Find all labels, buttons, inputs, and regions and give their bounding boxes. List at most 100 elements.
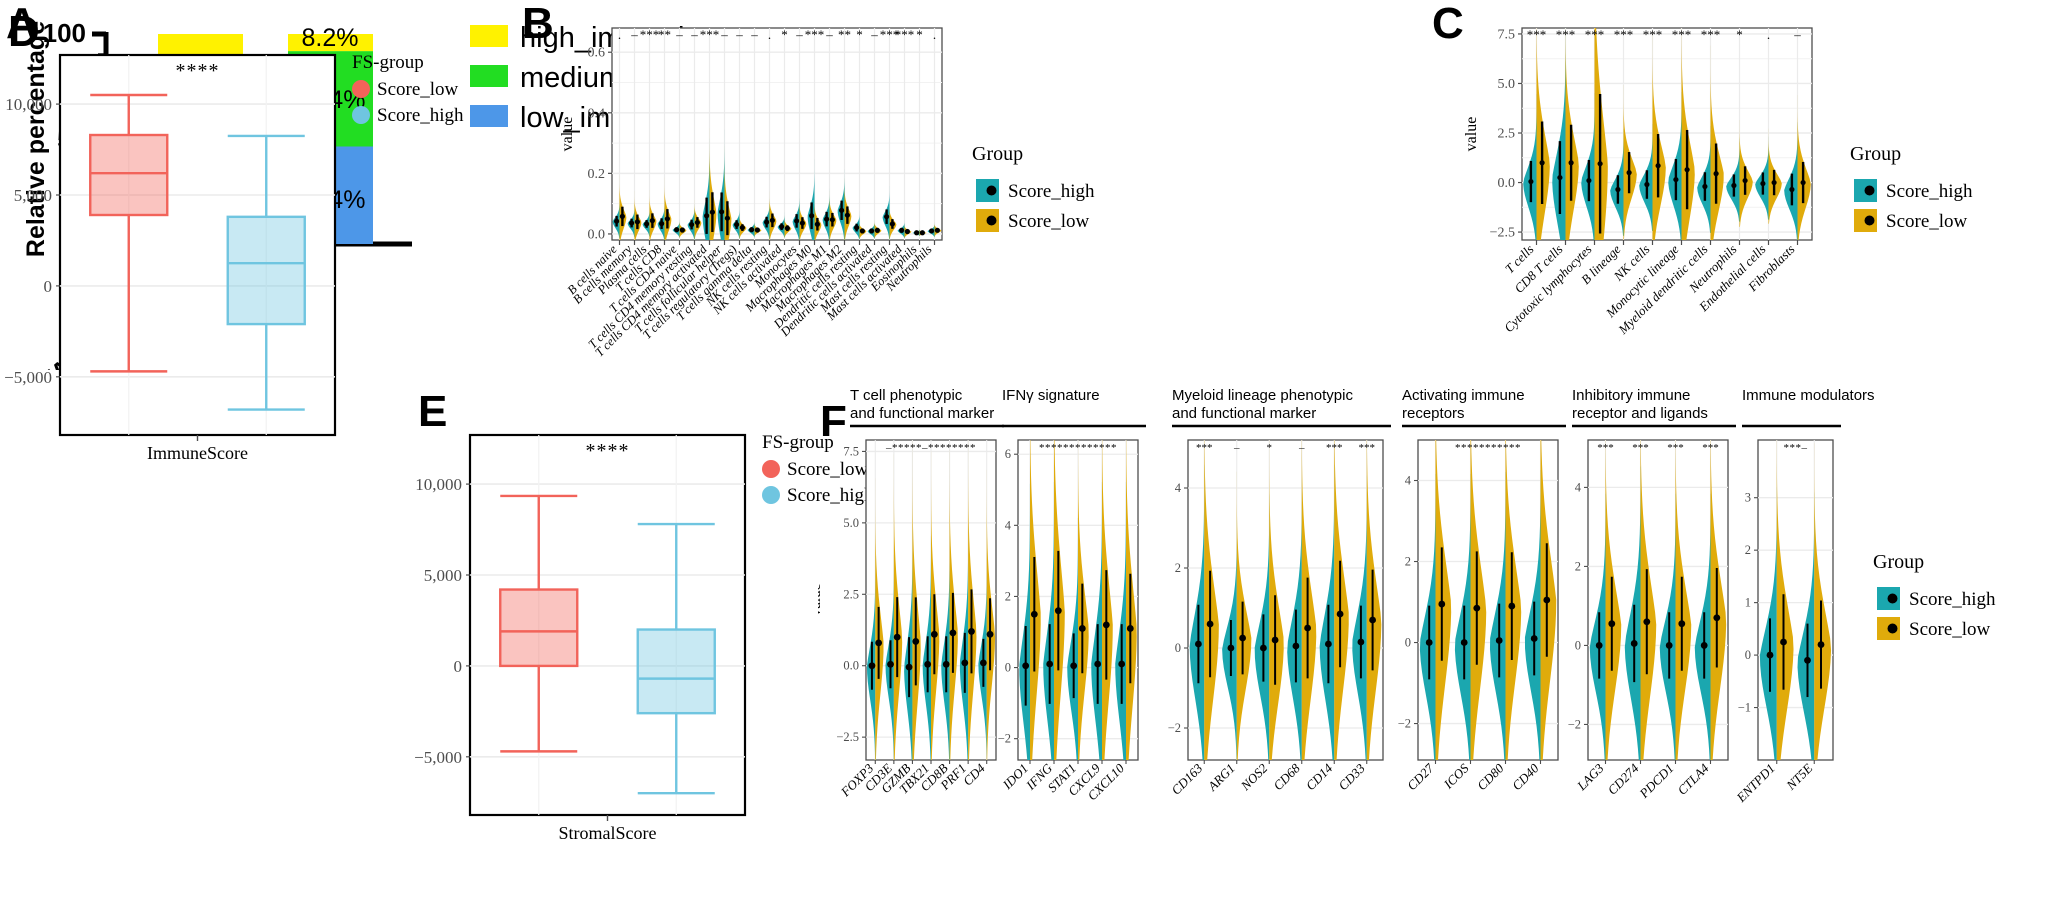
- panel-f-label: F: [820, 397, 847, 446]
- panel-f-group-header: Myeloid lineage phenotypic: [1172, 387, 1353, 404]
- panel-f-ytick: 4: [1175, 481, 1182, 495]
- panel-b-ytick: 0.4: [588, 106, 606, 121]
- panel-f-xlabel: CD14: [1303, 760, 1336, 793]
- panel-f-ytick: 4: [1405, 474, 1412, 488]
- panel-f-significance: –: [1298, 442, 1305, 454]
- panel-d-box: [226, 215, 306, 326]
- panel-d-xlabel: ImmuneScore: [147, 443, 248, 463]
- panel-c: C −2.5 0.0 2.5 5.0 7.5 *** *** *** *** *** *** *** *…: [1430, 0, 2050, 370]
- panel-d-legend-label: Score_low: [377, 79, 459, 100]
- panel-e-xlabel: StromalScore: [559, 823, 657, 843]
- panel-b-ylabel: value: [559, 117, 576, 152]
- panel-f-xlabel: CD80: [1474, 760, 1507, 793]
- panel-e-label: E: [418, 387, 448, 436]
- panel-c-significance: ***: [1614, 27, 1634, 42]
- panel-e-legend-dot: [762, 486, 780, 504]
- panel-f-significance: ***: [1326, 442, 1343, 454]
- panel-f-ytick: 4: [1575, 480, 1582, 494]
- panel-f-significance: *************: [1039, 442, 1117, 454]
- panel-f-legend-dot: [1887, 593, 1898, 604]
- panel-f-ytick: −2: [1168, 721, 1181, 735]
- panel-f-xlabel: CD68: [1270, 760, 1303, 793]
- panel-b-significance: .: [933, 27, 936, 42]
- panel-c-significance: ***: [1527, 27, 1547, 42]
- panel-f-group-header: Activating immune: [1402, 387, 1525, 404]
- panel-b-legend-dot: [986, 215, 997, 226]
- panel-b-legend-label: Score_high: [1008, 181, 1095, 202]
- panel-f-ytick: −2: [1568, 717, 1581, 731]
- panel-b-significance: ***: [700, 27, 720, 42]
- panel-f: F T cell phenotypic and functional marker…: [818, 378, 2050, 899]
- panel-f-ytick: 0: [1745, 648, 1751, 662]
- panel-b-ytick: 0.2: [588, 167, 606, 182]
- panel-f-ytick: 0: [1175, 641, 1181, 655]
- panel-f-xlabel: ARG1: [1204, 761, 1238, 795]
- panel-f-xlabel: CD274: [1604, 760, 1642, 798]
- panel-f-xlabel: NOS2: [1237, 760, 1271, 794]
- panel-f-ytick: 6: [1005, 447, 1011, 461]
- panel-f-ytick: 2: [1175, 561, 1181, 575]
- panel-f-ytick: 4: [1005, 518, 1012, 532]
- panel-f-ytick: −1: [1738, 701, 1751, 715]
- panel-c-significance: –: [1793, 27, 1801, 42]
- panel-e-significance: ****: [586, 440, 630, 462]
- panel-f-group-header-line2: receptors: [1402, 405, 1465, 422]
- panel-c-significance: ***: [1701, 27, 1721, 42]
- panel-f-ytick: 2: [1005, 589, 1011, 603]
- panel-c-legend-dot: [1864, 215, 1875, 226]
- panel-c-legend-label: Score_high: [1886, 181, 1973, 202]
- panel-f-ytick: −2: [1398, 717, 1411, 731]
- panel-c-significance: ***: [1672, 27, 1692, 42]
- panel-d-significance: ****: [176, 60, 220, 82]
- panel-f-legend-label: Score_low: [1909, 619, 1991, 640]
- panel-b-significance: –: [825, 27, 833, 42]
- panel-f-group-header: Immune modulators: [1742, 387, 1875, 404]
- panel-b-significance: ***: [640, 27, 660, 42]
- panel-e-box: [499, 588, 579, 668]
- panel-f-xlabel: IDO1: [999, 761, 1031, 793]
- panel-f-ylabel: value: [818, 583, 824, 616]
- panel-b-ytick: 0.0: [588, 227, 606, 242]
- panel-c-significance: *: [1736, 27, 1743, 42]
- panel-b-ytick: 0.6: [588, 46, 606, 61]
- panel-d: D −5,000 0 5,000 10,000 **** ImmuneScore FS-gr…: [0, 0, 480, 519]
- panel-b-significance: *: [916, 27, 923, 42]
- panel-f-xlabel: NT5E: [1783, 760, 1816, 793]
- panel-c-legend-dot: [1864, 185, 1875, 196]
- panel-b: B 0.0 0.2 0.4 0.6. – *** ** – – *** – – –. * – *** – ** * –…: [520, 0, 1120, 370]
- panel-f-xlabel: CTLA4: [1674, 760, 1712, 798]
- panel-f-significance: ***: [1196, 442, 1213, 454]
- panel-c-label: C: [1432, 0, 1464, 48]
- panel-b-significance: –: [690, 27, 698, 42]
- panel-f-significance: ***********: [1455, 442, 1521, 454]
- panel-c-ytick: −2.5: [1490, 226, 1515, 241]
- panel-f-xlabel: CD40: [1509, 760, 1542, 793]
- panel-e-ytick: 5,000: [424, 566, 462, 585]
- panel-b-significance: *: [856, 27, 863, 42]
- panel-f-significance: ***: [1359, 442, 1376, 454]
- panel-f-ytick: 1: [1745, 596, 1751, 610]
- panel-d-legend-dot: [352, 80, 370, 98]
- panel-d-legend-dot: [352, 106, 370, 124]
- panel-f-significance: ***: [1702, 442, 1719, 454]
- panel-e-ytick: 10,000: [415, 475, 462, 494]
- panel-f-xlabel: LAG3: [1573, 760, 1607, 794]
- panel-d-chart: −5,000 0 5,000 10,000 **** ImmuneScore FS-grou…: [4, 52, 464, 463]
- panel-f-significance: ***–: [1784, 442, 1808, 454]
- panel-c-significance: .: [1767, 27, 1770, 42]
- panel-c-legend-label: Score_low: [1886, 211, 1968, 232]
- panel-f-ytick: −2.5: [836, 730, 859, 744]
- panel-b-legend-dot: [986, 185, 997, 196]
- panel-b-legend-label: Score_low: [1008, 211, 1090, 232]
- panel-c-ylabel: value: [1463, 117, 1480, 152]
- panel-f-xlabel: CD4: [960, 760, 988, 788]
- panel-b-significance: –: [720, 27, 728, 42]
- panel-d-legend-label: Score_high: [377, 105, 464, 126]
- panel-c-chart: −2.50.02.55.07.5 *** *** *** *** *** *** *** *. –…: [1463, 27, 1973, 338]
- panel-f-significance: ***: [1667, 442, 1684, 454]
- panel-f-significance: –*****–********: [885, 442, 976, 454]
- panel-b-significance: –: [870, 27, 878, 42]
- panel-f-significance: ***: [1632, 442, 1649, 454]
- panel-f-ytick: 0.0: [843, 659, 859, 673]
- panel-b-significance: –: [735, 27, 743, 42]
